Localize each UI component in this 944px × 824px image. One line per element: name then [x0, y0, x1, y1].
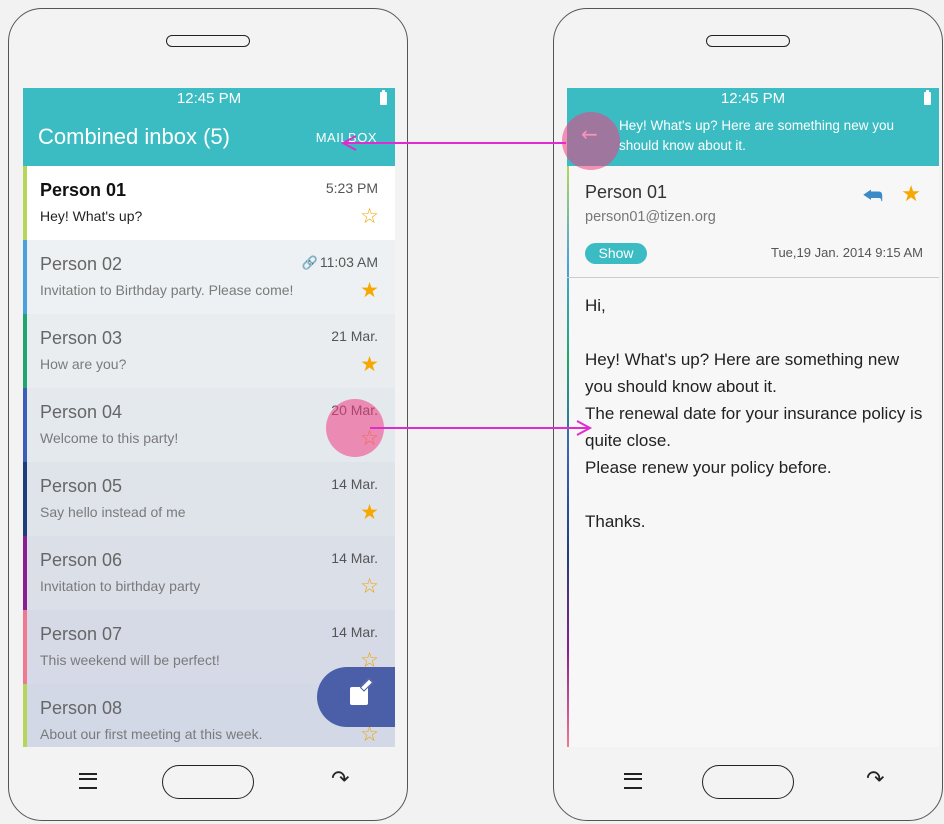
mail-detail-screen: 12:45 PM ← Hey! What's up? Here are some… [567, 88, 939, 747]
mail-body-line: Hi, [585, 296, 606, 315]
mail-item[interactable]: Person 02 Invitation to Birthday party. P… [23, 240, 395, 314]
divider [567, 277, 939, 278]
mail-subject: About our first meeting at this week. [40, 726, 263, 742]
mail-time: 🔗 11:03 AM [302, 254, 378, 271]
mail-time-text: 14 Mar. [331, 550, 378, 566]
mail-time: 14 Mar. [331, 624, 378, 640]
mailbox-button[interactable]: MAILBOX [316, 130, 377, 145]
mail-time-text: 14 Mar. [331, 476, 378, 492]
app-bar: Combined inbox (5) MAILBOX [23, 110, 395, 166]
mail-subject: Hey! What's up? [40, 208, 143, 224]
star-icon[interactable]: ★ [360, 354, 379, 375]
mail-time-text: 11:03 AM [319, 254, 378, 270]
mail-subject: How are you? [40, 356, 127, 372]
touch-indicator [326, 399, 384, 457]
mail-sender: Person 05 [40, 476, 123, 496]
mail-body-line [585, 319, 927, 346]
mail-body-line [585, 481, 927, 508]
compose-button[interactable] [317, 667, 395, 727]
home-button[interactable] [162, 765, 254, 799]
status-time: 12:45 PM [176, 90, 242, 107]
battery-icon [380, 90, 387, 105]
mail-body-line: The renewal date for your insurance poli… [585, 404, 923, 450]
stage: ↶ ↶ 12:45 PM Combined inbox (5) MAILBOX … [0, 0, 944, 824]
mail-time: 14 Mar. [331, 476, 378, 492]
mail-sender: Person 04 [40, 402, 123, 422]
mail-body-line: Thanks. [585, 512, 646, 531]
mail-sender: Person 07 [40, 624, 123, 644]
phone-nav-bar: ↶ [554, 745, 942, 820]
mail-time: 21 Mar. [331, 328, 378, 344]
mail-time-text: 5:23 PM [325, 180, 378, 196]
mail-body-line: Hey! What's up? Here are something new y… [585, 350, 900, 396]
star-icon[interactable]: ☆ [360, 724, 379, 745]
mail-item[interactable]: Person 01 Hey! What's up? 5:23 PM ☆ [23, 166, 395, 240]
mail-time: 5:23 PM [326, 180, 378, 196]
mail-sender: Person 01 [40, 180, 127, 200]
mail-time-text: 14 Mar. [331, 624, 378, 640]
detail-header: ← Hey! What's up? Here are something new… [567, 110, 939, 166]
mail-sender: Person 06 [40, 550, 123, 570]
menu-icon[interactable] [79, 773, 101, 789]
back-icon[interactable]: ↶ [866, 767, 884, 792]
mail-subject: Invitation to birthday party [40, 578, 201, 594]
touch-indicator [562, 112, 620, 170]
mail-item[interactable]: Person 06 Invitation to birthday party 14 … [23, 536, 395, 610]
mail-subject: Invitation to Birthday party. Please com… [40, 282, 294, 298]
mail-subject: This weekend will be perfect! [40, 652, 220, 668]
mail-body-line: Please renew your policy before. [585, 458, 832, 477]
reply-icon[interactable]: ⮪ [863, 184, 883, 209]
back-icon[interactable]: ↶ [331, 767, 349, 792]
mail-subject: Welcome to this party! [40, 430, 179, 446]
page-title: Combined inbox (5) [38, 124, 230, 149]
menu-icon[interactable] [624, 773, 646, 789]
battery-icon [924, 90, 931, 105]
sender-name: Person 01 [585, 182, 668, 202]
mail-time-text: 21 Mar. [331, 328, 378, 344]
mail-item[interactable]: Person 05 Say hello instead of me 14 Mar. ★ [23, 462, 395, 536]
star-icon[interactable]: ☆ [360, 206, 379, 227]
color-edge [567, 166, 569, 747]
mail-body: Hi, Hey! What's up? Here are something ne… [585, 292, 927, 535]
home-button[interactable] [702, 765, 794, 799]
mail-sender: Person 08 [40, 698, 123, 718]
star-icon[interactable]: ★ [360, 280, 379, 301]
status-bar: 12:45 PM [567, 88, 939, 110]
phone-nav-bar: ↶ [9, 745, 407, 820]
star-icon[interactable]: ★ [901, 182, 921, 207]
mail-item[interactable]: Person 03 How are you? 21 Mar. ★ [23, 314, 395, 388]
status-time: 12:45 PM [720, 90, 786, 107]
star-icon[interactable]: ☆ [360, 576, 379, 597]
mail-time: 14 Mar. [331, 550, 378, 566]
sender-email: person01@tizen.org [585, 209, 716, 225]
star-icon[interactable]: ★ [360, 502, 379, 523]
compose-icon [350, 687, 368, 705]
mail-list: Person 01 Hey! What's up? 5:23 PM ☆ Person 0… [23, 166, 395, 747]
mail-subject: Say hello instead of me [40, 504, 186, 520]
status-bar: 12:45 PM [23, 88, 395, 110]
attachment-icon: 🔗 [301, 255, 318, 270]
mail-sender: Person 03 [40, 328, 123, 348]
show-button[interactable]: Show [585, 243, 647, 264]
mail-date: Tue,19 Jan. 2014 9:15 AM [770, 245, 923, 260]
mail-subject: Hey! What's up? Here are something new y… [619, 118, 894, 153]
speaker [706, 35, 790, 47]
speaker [166, 35, 250, 47]
mail-sender: Person 02 [40, 254, 123, 274]
